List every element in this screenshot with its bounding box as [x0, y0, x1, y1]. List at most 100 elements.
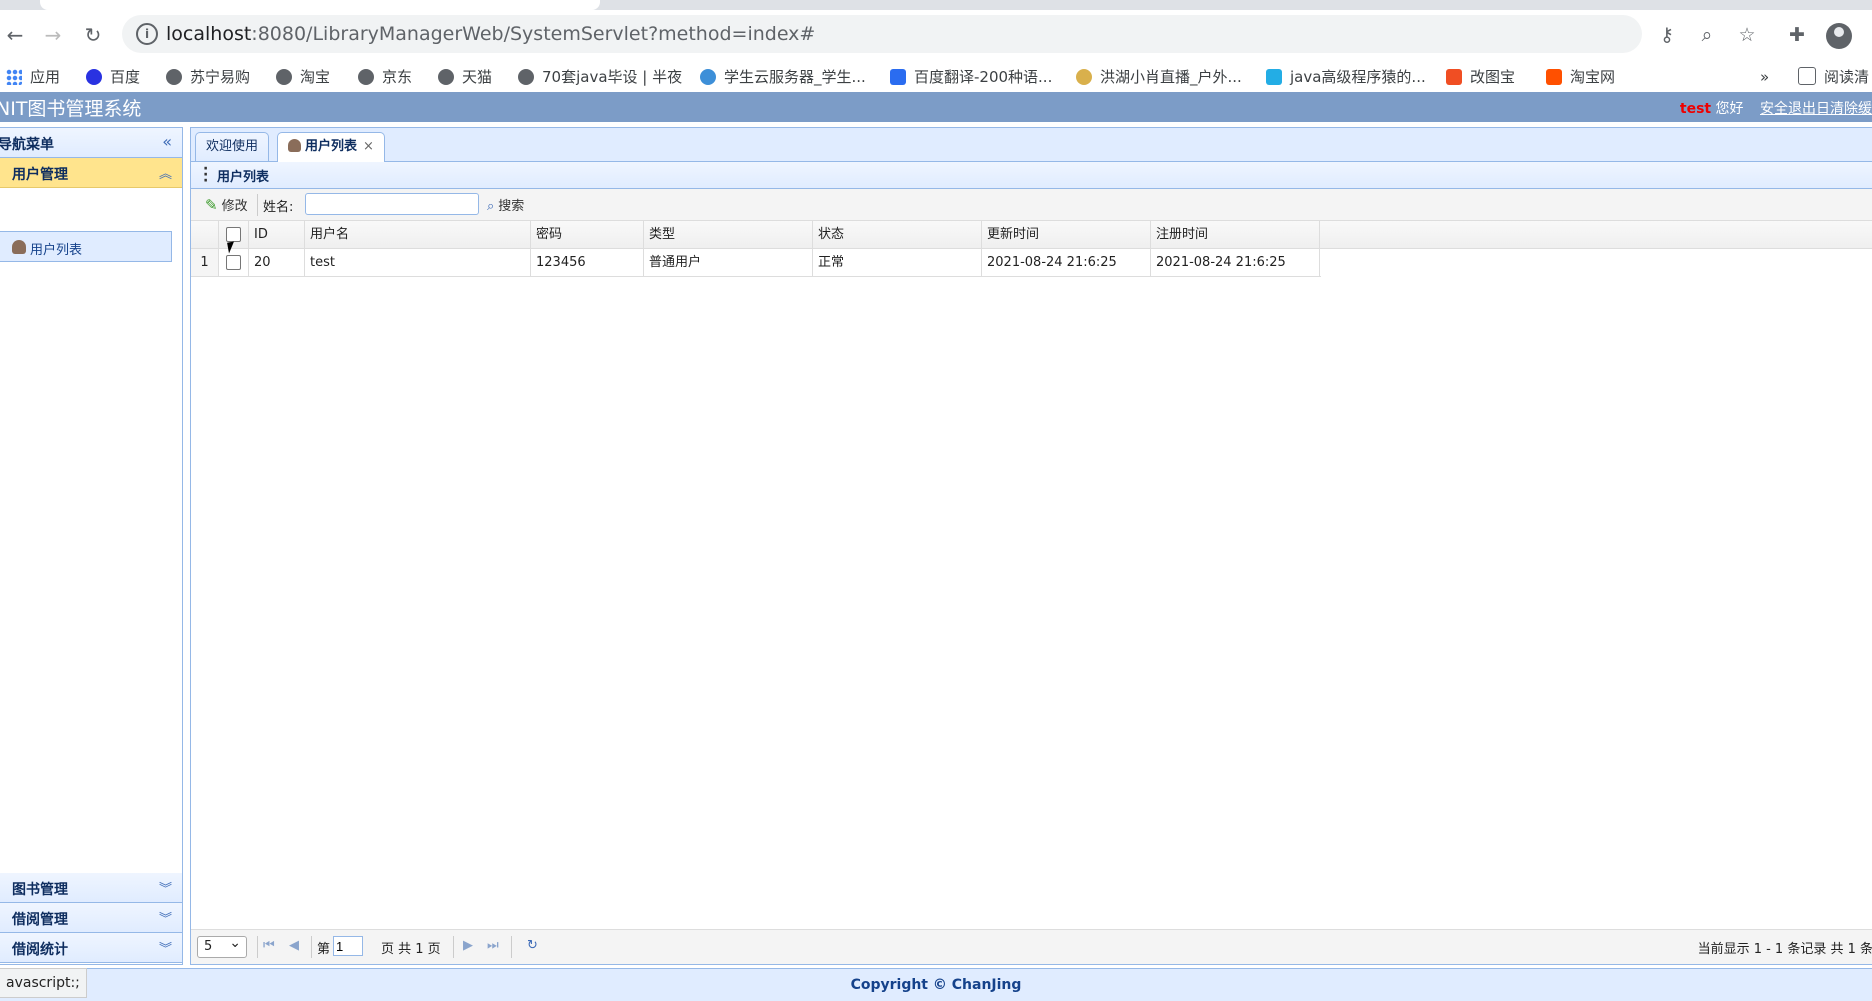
- bookmark-baidu[interactable]: 百度: [86, 66, 140, 88]
- column-header-id[interactable]: ID: [249, 221, 305, 248]
- url-field[interactable]: i localhost:8080/LibraryManagerWeb/Syste…: [122, 15, 1642, 53]
- select-all-checkbox[interactable]: [226, 227, 241, 242]
- page-size-select[interactable]: 5: [197, 933, 247, 958]
- cell-id: 20: [249, 249, 305, 276]
- tab-user-list[interactable]: 用户列表 ×: [277, 132, 385, 162]
- reading-list-button[interactable]: 阅读清: [1798, 66, 1869, 88]
- chevron-down-icon[interactable]: ︾: [159, 878, 172, 897]
- toolbar-divider: [257, 194, 258, 216]
- column-header-updated[interactable]: 更新时间: [982, 221, 1151, 248]
- forward-icon[interactable]: →: [40, 22, 66, 48]
- profile-avatar-icon[interactable]: [1826, 23, 1852, 49]
- chevron-down-icon[interactable]: ︾: [159, 908, 172, 927]
- bookmark-suning[interactable]: 苏宁易购: [166, 66, 250, 88]
- reading-list-label: 阅读清: [1824, 68, 1870, 86]
- accordion-title: 借阅统计: [12, 942, 68, 958]
- next-page-icon[interactable]: ▶: [463, 938, 473, 953]
- welcome-area: test 您好 安全退出日清除缓: [1680, 98, 1872, 118]
- app-footer: Copyright © ChanJing: [0, 968, 1872, 1001]
- name-search-input[interactable]: [305, 193, 479, 215]
- bookmarks-overflow-button[interactable]: »: [1760, 66, 1769, 88]
- browser-tab-strip: [0, 0, 1872, 10]
- site-info-icon[interactable]: i: [136, 23, 158, 45]
- accordion-title: 图书管理: [12, 882, 68, 898]
- table-row[interactable]: 1 20 test 123456 普通用户 正常 2021-08-24 21:6…: [191, 249, 1321, 277]
- chevron-down-icon[interactable]: ︾: [159, 938, 172, 957]
- bookmark-apps[interactable]: 应用: [6, 66, 60, 88]
- bookmark-label: 70套java毕设 | 半夜: [542, 68, 683, 86]
- accordion-borrow-management[interactable]: 借阅管理 ︾: [0, 903, 182, 933]
- bookmark-label: 淘宝网: [1570, 68, 1616, 86]
- bookmark-label: 京东: [382, 68, 413, 86]
- grid-header-row: ID 用户名 密码 类型 状态 更新时间 注册时间: [191, 221, 1872, 249]
- accordion-title: 用户管理: [12, 167, 68, 183]
- bookmark-label: 天猫: [462, 68, 493, 86]
- edit-label: 修改: [221, 199, 248, 214]
- accordion-user-management[interactable]: 用户管理 ︽: [0, 158, 182, 188]
- last-page-icon[interactable]: ⏭: [487, 938, 499, 953]
- tab-welcome[interactable]: 欢迎使用: [195, 132, 270, 161]
- sidebar-item-user-list[interactable]: 用户列表: [0, 231, 172, 262]
- bookmark-live-stream[interactable]: 洪湖小肖直播_户外...: [1076, 66, 1242, 88]
- url-path: :8080/LibraryManagerWeb/SystemServlet?me…: [251, 23, 816, 45]
- column-header-type[interactable]: 类型: [644, 221, 813, 248]
- bookmark-cloud-server[interactable]: 学生云服务器_学生...: [700, 66, 866, 88]
- panel-header: · · · 用户列表: [191, 162, 1872, 189]
- bookmark-bilibili[interactable]: java高级程序猿的...: [1266, 66, 1426, 88]
- accordion-title: 借阅管理: [12, 912, 68, 928]
- pencil-icon: ✎: [205, 196, 218, 214]
- taobao-icon: [1546, 69, 1562, 85]
- cell-updated: 2021-08-24 21:6:25: [982, 249, 1151, 276]
- cell-status: 正常: [813, 249, 982, 276]
- logout-link[interactable]: 安全退出日清除缓: [1760, 101, 1872, 117]
- bookmark-taobao[interactable]: 淘宝: [276, 66, 330, 88]
- search-button[interactable]: ⌕ 搜索: [487, 195, 524, 214]
- reading-list-icon: [1798, 67, 1816, 85]
- cloud-icon: [700, 69, 716, 85]
- globe-icon: [276, 69, 292, 85]
- column-header-username[interactable]: 用户名: [305, 221, 531, 248]
- refresh-icon[interactable]: ↻: [527, 938, 538, 953]
- bookmark-gaitubao[interactable]: 改图宝: [1446, 66, 1515, 88]
- chevron-up-icon[interactable]: ︽: [159, 163, 172, 182]
- extensions-icon[interactable]: ✚: [1784, 22, 1810, 48]
- column-header-registered[interactable]: 注册时间: [1151, 221, 1320, 248]
- bookmark-taobao-net[interactable]: 淘宝网: [1546, 66, 1615, 88]
- row-select-cell: [219, 249, 249, 276]
- collapse-sidebar-icon[interactable]: «: [162, 132, 172, 151]
- page-number-input[interactable]: [333, 936, 363, 956]
- star-icon[interactable]: ☆: [1734, 22, 1760, 48]
- row-checkbox[interactable]: [226, 255, 241, 270]
- pager-divider: [311, 936, 312, 958]
- column-header-status[interactable]: 状态: [813, 221, 982, 248]
- prev-page-icon[interactable]: ◀: [289, 938, 299, 953]
- bookmark-baidu-translate[interactable]: 百度翻译-200种语...: [890, 66, 1052, 88]
- record-info: 当前显示 1 - 1 条记录 共 1 条: [1697, 942, 1872, 957]
- accordion-book-management[interactable]: 图书管理 ︾: [0, 873, 182, 903]
- tab-label: 用户列表: [305, 139, 358, 154]
- first-page-icon[interactable]: ⏮: [263, 938, 275, 953]
- bookmark-jd[interactable]: 京东: [358, 66, 412, 88]
- bookmark-label: 洪湖小肖直播_户外...: [1100, 68, 1242, 86]
- bookmark-tmall[interactable]: 天猫: [438, 66, 492, 88]
- bookmark-java-projects[interactable]: 70套java毕设 | 半夜: [518, 66, 682, 88]
- column-header-password[interactable]: 密码: [531, 221, 644, 248]
- bookmark-label: 淘宝: [300, 68, 331, 86]
- cell-username: test: [305, 249, 531, 276]
- accordion-borrow-statistics[interactable]: 借阅统计 ︾: [0, 933, 182, 963]
- browser-tab[interactable]: [40, 0, 600, 10]
- url-text[interactable]: localhost:8080/LibraryManagerWeb/SystemS…: [166, 23, 815, 45]
- sidebar-header: 导航菜单 «: [0, 128, 182, 158]
- key-icon[interactable]: ⚷: [1654, 22, 1680, 48]
- apps-grid-icon: [6, 69, 22, 85]
- back-icon[interactable]: ←: [2, 22, 28, 48]
- main-content: 欢迎使用 用户列表 × · · · 用户列表 ✎ 修改 姓名: ⌕ 搜索 ID 用户名 密…: [190, 127, 1872, 965]
- close-icon[interactable]: ×: [363, 139, 374, 154]
- reload-icon[interactable]: ↻: [80, 22, 106, 48]
- edit-button[interactable]: ✎ 修改: [205, 195, 248, 214]
- zoom-icon[interactable]: ⌕: [1694, 22, 1720, 48]
- sidebar-title: 导航菜单: [0, 137, 54, 153]
- cell-password: 123456: [531, 249, 644, 276]
- sidebar-item-label: 用户列表: [30, 243, 83, 258]
- bookmark-label: 改图宝: [1470, 68, 1516, 86]
